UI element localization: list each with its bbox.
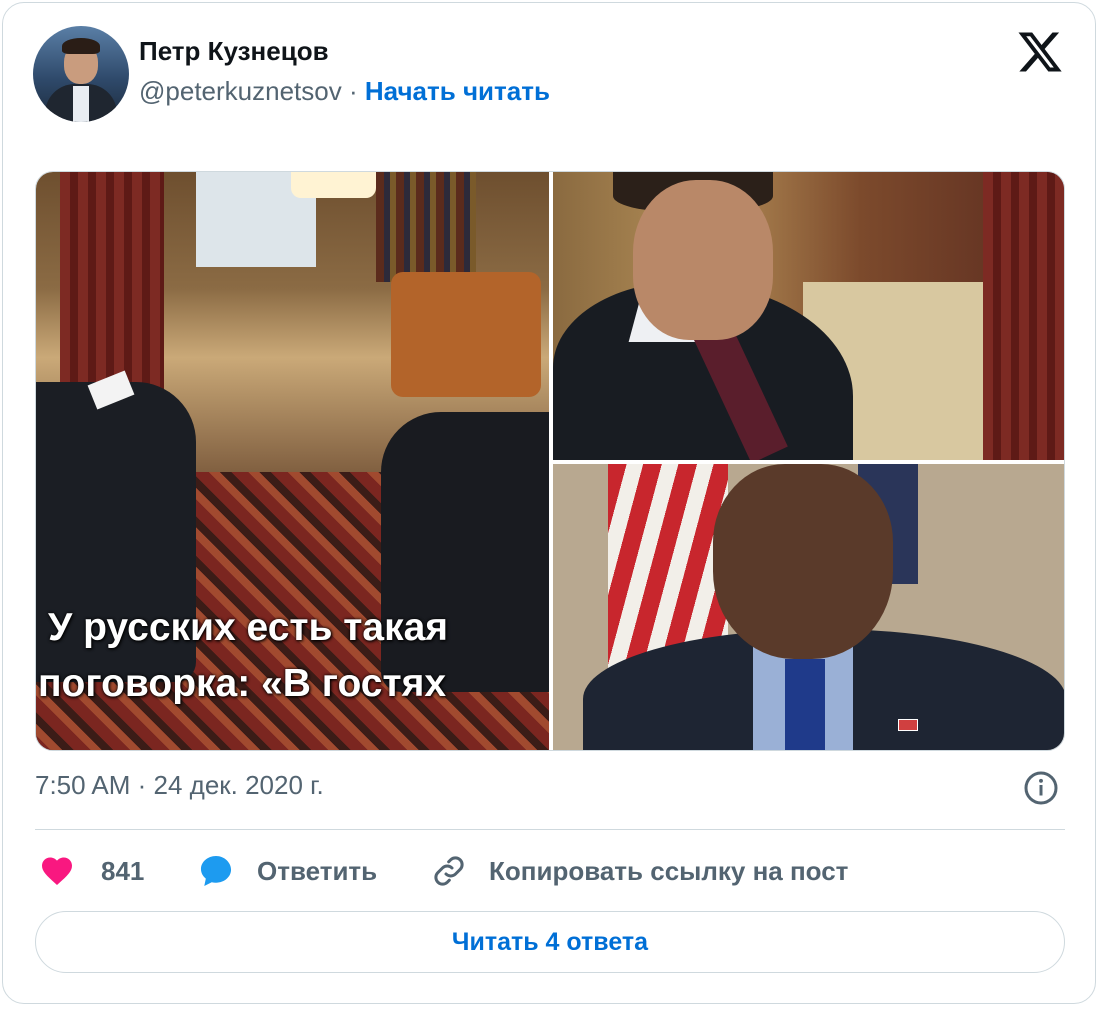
copy-link-button[interactable]: Копировать ссылку на пост <box>431 845 848 897</box>
separator-dot: · <box>348 76 358 106</box>
media-grid[interactable]: У русских есть такая поговорка: «В гостя… <box>35 171 1065 751</box>
tweet-timestamp[interactable]: 7:50 AM · 24 дек. 2020 г. <box>35 770 324 801</box>
photo-interview-wide[interactable]: У русских есть такая поговорка: «В гостя… <box>36 172 549 750</box>
caption-line-2: поговорка: «В гостях <box>38 662 447 705</box>
like-button[interactable]: 841 <box>39 845 144 897</box>
read-replies-button[interactable]: Читать 4 ответа <box>35 911 1065 973</box>
action-bar: 841 Ответить Копировать ссылку на пост <box>35 845 1065 897</box>
author-handle-line: @peterkuznetsov · Начать читать <box>139 76 550 107</box>
info-icon[interactable] <box>1023 770 1059 806</box>
follow-link[interactable]: Начать читать <box>365 76 550 106</box>
caption-line-1: У русских есть такая <box>48 606 449 649</box>
photo-interviewee-closeup[interactable] <box>553 464 1064 750</box>
photo-interviewer-closeup[interactable] <box>553 172 1064 460</box>
speech-bubble-icon <box>200 855 232 887</box>
copy-link-label: Копировать ссылку на пост <box>489 855 849 886</box>
divider <box>35 829 1065 830</box>
reply-label: Ответить <box>257 855 378 886</box>
avatar[interactable] <box>33 26 129 122</box>
like-count: 841 <box>101 855 145 886</box>
link-icon <box>434 856 464 886</box>
heart-icon <box>42 857 72 886</box>
photo-caption: У русских есть такая поговорка: «В гостя… <box>36 600 549 712</box>
reply-button[interactable]: Ответить <box>197 845 377 897</box>
x-logo-icon[interactable] <box>1016 28 1064 76</box>
author-handle[interactable]: @peterkuznetsov <box>139 76 342 106</box>
author-name[interactable]: Петр Кузнецов <box>139 36 329 67</box>
